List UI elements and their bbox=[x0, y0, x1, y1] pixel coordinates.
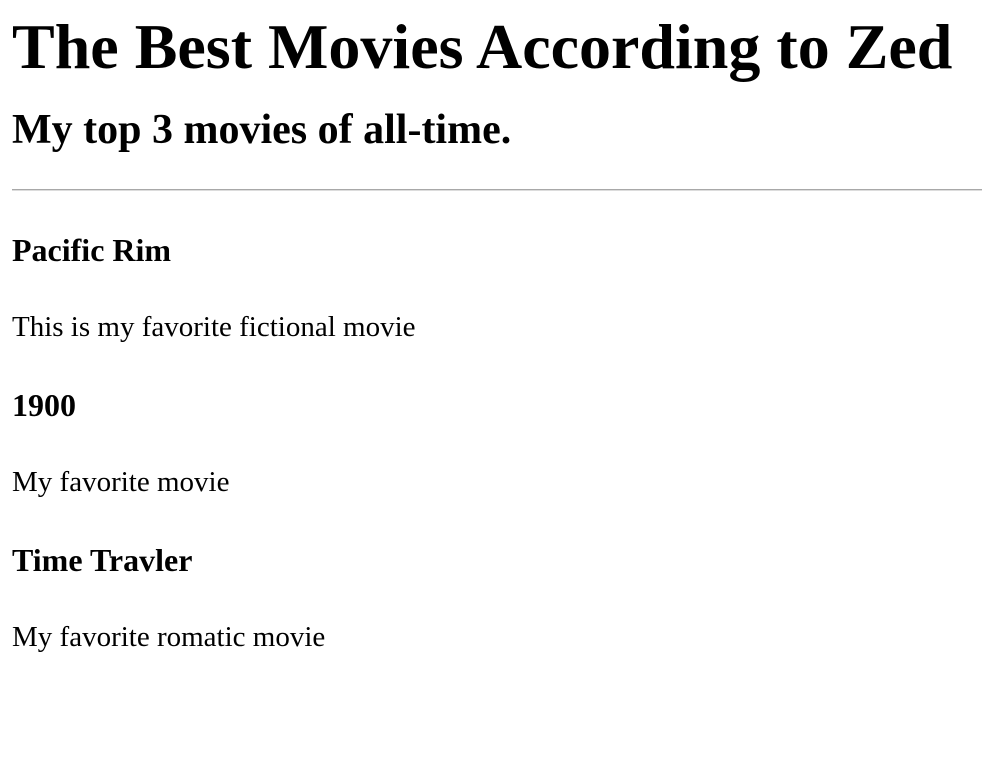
movie-item: Time Travler My favorite romatic movie bbox=[12, 541, 982, 655]
movie-description: My favorite movie bbox=[12, 466, 230, 498]
movie-description: My favorite romatic movie bbox=[12, 621, 326, 653]
page-title: The Best Movies According to Zed bbox=[12, 11, 953, 82]
movie-title: Time Travler bbox=[12, 542, 193, 578]
divider bbox=[12, 189, 982, 191]
movie-description: This is my favorite fictional movie bbox=[12, 311, 416, 343]
page-content: The Best Movies According to Zed My top … bbox=[0, 10, 982, 655]
movie-item: 1900 My favorite movie bbox=[12, 386, 982, 500]
movie-title: Pacific Rim bbox=[12, 232, 172, 268]
movie-item: Pacific Rim This is my favorite fictiona… bbox=[12, 231, 982, 345]
page-subtitle: My top 3 movies of all-time. bbox=[12, 107, 512, 153]
movie-title: 1900 bbox=[12, 387, 76, 423]
